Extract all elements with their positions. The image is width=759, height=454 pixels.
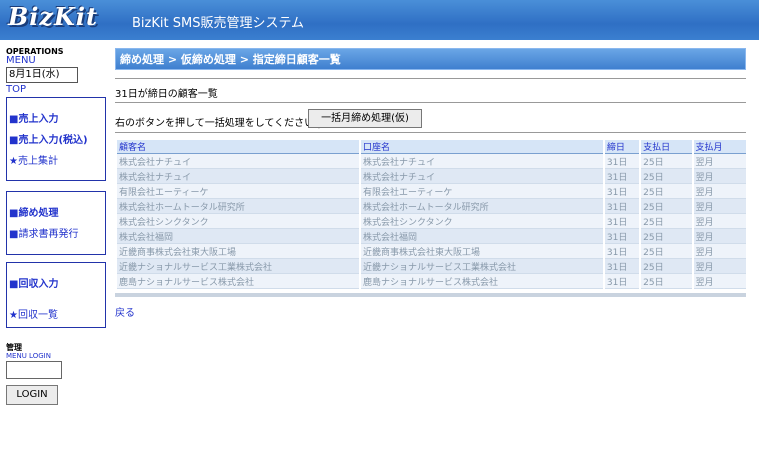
table-row[interactable]: 近畿商事株式会社東大阪工場 近畿商事株式会社東大阪工場 31日 25日 翌月 [117, 244, 746, 259]
menu-group-closing: ■締め処理 ■請求書再発行 [6, 191, 106, 255]
divider [115, 132, 746, 133]
col-header-account: 口座名 [360, 140, 603, 154]
table-row[interactable]: 近畿ナショナルサービス工業株式会社 近畿ナショナルサービス工業株式会社 31日 25日… [117, 259, 746, 274]
table-cell: 近畿商事株式会社東大阪工場 [360, 244, 603, 259]
table-cell: 株式会社ナチュイ [360, 154, 603, 169]
table-header-row: 顧客名 口座名 締日 支払日 支払月 [117, 140, 746, 154]
table-cell: 31日 [604, 274, 640, 289]
table-cell: 31日 [604, 199, 640, 214]
sidebar-item-sales-summary[interactable]: ★売上集計 [9, 152, 58, 167]
table-cell: 25日 [641, 229, 692, 244]
sidebar-item-sales-entry[interactable]: ■売上入力 [9, 110, 58, 125]
back-link[interactable]: 戻る [115, 304, 135, 319]
breadcrumb: 締め処理 > 仮締め処理 > 指定締日顧客一覧 [115, 48, 746, 70]
table-cell: 株式会社ナチュイ [117, 154, 359, 169]
table-cell: 25日 [641, 259, 692, 274]
table-cell: 25日 [641, 274, 692, 289]
table-cell: 株式会社福岡 [117, 229, 359, 244]
sidebar-item-closing[interactable]: ■締め処理 [9, 204, 58, 219]
table-cell: 25日 [641, 244, 692, 259]
sidebar-item-collection-entry[interactable]: ■回収入力 [9, 275, 58, 290]
table-cell: 株式会社シンクタンク [117, 214, 359, 229]
menu-label: MENU [6, 55, 36, 66]
table-cell: 鹿島ナショナルサービス株式会社 [360, 274, 603, 289]
table-cell: 近畿ナショナルサービス工業株式会社 [117, 259, 359, 274]
horizontal-scrollbar[interactable] [115, 293, 746, 297]
table-row[interactable]: 株式会社ナチュイ 株式会社ナチュイ 31日 25日 翌月 [117, 154, 746, 169]
table-row[interactable]: 株式会社福岡 株式会社福岡 31日 25日 翌月 [117, 229, 746, 244]
page-subtitle: 31日が締日の顧客一覧 [115, 89, 218, 100]
sidebar-item-sales-entry-tax[interactable]: ■売上入力(税込) [9, 131, 88, 146]
login-input[interactable] [6, 361, 62, 379]
admin-label: 管理 [6, 343, 22, 352]
table-cell: 株式会社シンクタンク [360, 214, 603, 229]
table-cell: 近畿ナショナルサービス工業株式会社 [360, 259, 603, 274]
table-cell: 株式会社ホームトータル研究所 [360, 199, 603, 214]
col-header-payment-day: 支払日 [641, 140, 692, 154]
table-row[interactable]: 株式会社ホームトータル研究所 株式会社ホームトータル研究所 31日 25日 翌月 [117, 199, 746, 214]
col-header-customer: 顧客名 [117, 140, 359, 154]
sidebar-item-invoice-reissue[interactable]: ■請求書再発行 [9, 225, 78, 240]
top-link[interactable]: TOP [6, 84, 106, 96]
table-cell: 翌月 [693, 154, 746, 169]
table-cell: 25日 [641, 199, 692, 214]
table-body: 株式会社ナチュイ 株式会社ナチュイ 31日 25日 翌月 株式会社ナチュイ 株式会社ナチュイ… [117, 154, 746, 289]
table-cell: 31日 [604, 154, 640, 169]
table-cell: 25日 [641, 169, 692, 184]
table-cell: 鹿島ナショナルサービス株式会社 [117, 274, 359, 289]
table-cell: 翌月 [693, 274, 746, 289]
table-cell: 31日 [604, 259, 640, 274]
instruction-text: 右のボタンを押して一括処理をしてください | [115, 118, 321, 129]
top-bar: BizKit BizKit SMS販売管理システム [0, 0, 759, 40]
table-cell: 株式会社福岡 [360, 229, 603, 244]
menu-group-sales: ■売上入力 ■売上入力(税込) ★売上集計 [6, 97, 106, 181]
sidebar: OPERATIONS MENU 8月1日(水) TOP ■売上入力 ■売上入力(… [6, 48, 106, 328]
table-cell: 25日 [641, 154, 692, 169]
table-cell: 31日 [604, 229, 640, 244]
table-cell: 有限会社エーティーケ [360, 184, 603, 199]
menu-login-label: MENU LOGIN [6, 352, 51, 360]
table-cell: 株式会社ホームトータル研究所 [117, 199, 359, 214]
col-header-closing-day: 締日 [604, 140, 640, 154]
table-cell: 翌月 [693, 259, 746, 274]
table-row[interactable]: 株式会社シンクタンク 株式会社シンクタンク 31日 25日 翌月 [117, 214, 746, 229]
table-cell: 翌月 [693, 244, 746, 259]
app-logo[interactable]: BizKit [8, 2, 98, 31]
table-cell: 翌月 [693, 169, 746, 184]
table-cell: 31日 [604, 169, 640, 184]
table-cell: 翌月 [693, 184, 746, 199]
table-cell: 31日 [604, 214, 640, 229]
date-display: 8月1日(水) [6, 67, 78, 83]
table-cell: 31日 [604, 184, 640, 199]
app-title: BizKit SMS販売管理システム [132, 16, 305, 31]
table-cell: 25日 [641, 214, 692, 229]
table-cell: 25日 [641, 184, 692, 199]
table-cell: 31日 [604, 244, 640, 259]
menu-group-collection: ■回収入力 ★回収一覧 [6, 262, 106, 328]
bulk-close-button[interactable]: 一括月締め処理(仮) [308, 109, 422, 128]
col-header-payment-month: 支払月 [693, 140, 746, 154]
divider [115, 78, 746, 79]
table-cell: 近畿商事株式会社東大阪工場 [117, 244, 359, 259]
table-cell: 株式会社ナチュイ [360, 169, 603, 184]
table-row[interactable]: 有限会社エーティーケ 有限会社エーティーケ 31日 25日 翌月 [117, 184, 746, 199]
table-cell: 翌月 [693, 214, 746, 229]
table-row[interactable]: 株式会社ナチュイ 株式会社ナチュイ 31日 25日 翌月 [117, 169, 746, 184]
customer-table: 顧客名 口座名 締日 支払日 支払月 株式会社ナチュイ 株式会社ナチュイ 31日 25… [115, 140, 748, 289]
login-button[interactable]: LOGIN [6, 385, 58, 405]
table-cell: 株式会社ナチュイ [117, 169, 359, 184]
sidebar-item-collection-list[interactable]: ★回収一覧 [9, 306, 58, 321]
table-cell: 翌月 [693, 199, 746, 214]
admin-login: 管理 MENU LOGIN LOGIN [6, 344, 106, 405]
table-cell: 翌月 [693, 229, 746, 244]
table-row[interactable]: 鹿島ナショナルサービス株式会社 鹿島ナショナルサービス株式会社 31日 25日 翌月 [117, 274, 746, 289]
divider [115, 102, 746, 103]
table-cell: 有限会社エーティーケ [117, 184, 359, 199]
